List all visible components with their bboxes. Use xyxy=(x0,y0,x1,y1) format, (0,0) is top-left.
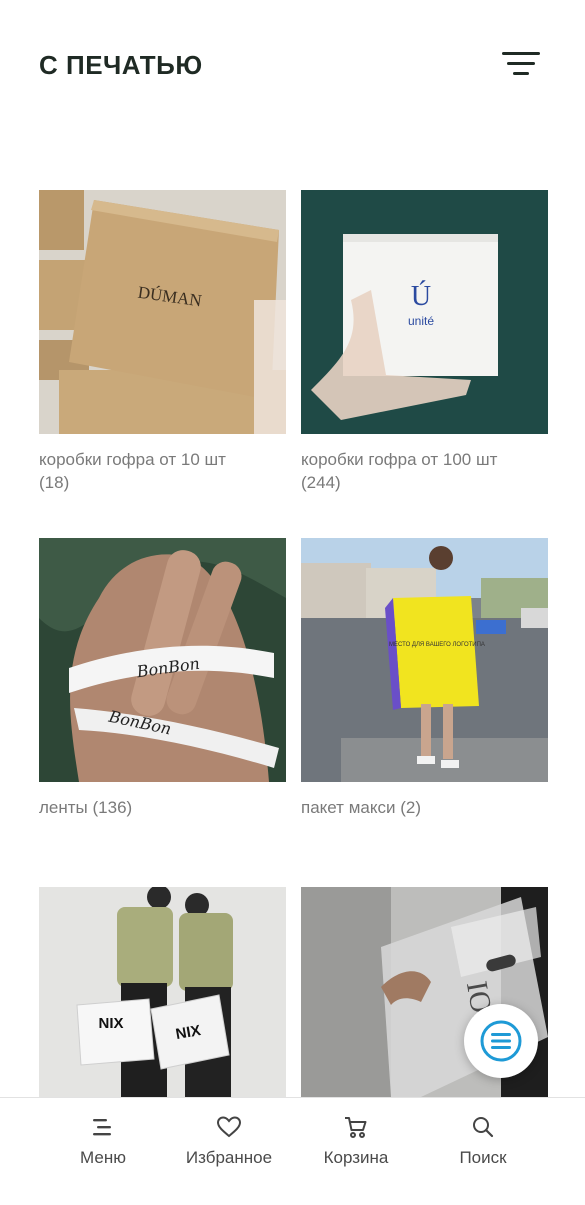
nav-search[interactable]: Поиск xyxy=(423,1112,543,1168)
svg-text:МЕСТО ДЛЯ ВАШЕГО ЛОГОТИПА: МЕСТО ДЛЯ ВАШЕГО ЛОГОТИПА xyxy=(389,642,485,648)
product-image: МЕСТО ДЛЯ ВАШЕГО ЛОГОТИПА xyxy=(301,538,548,782)
nav-label: Корзина xyxy=(323,1148,389,1167)
product-card[interactable]: NIX NIX xyxy=(39,887,286,1097)
product-count: (2) xyxy=(400,798,421,817)
product-count: (244) xyxy=(301,473,341,492)
nav-favorites[interactable]: Избранное xyxy=(169,1112,289,1168)
nav-label: Поиск xyxy=(459,1148,507,1167)
product-caption: ленты (136) xyxy=(39,796,286,819)
nav-label: Избранное xyxy=(185,1148,273,1167)
search-icon xyxy=(473,1117,494,1138)
product-card[interactable]: Ú unité коробки гофра от 100 шт (244) xyxy=(301,190,548,494)
svg-text:NIX: NIX xyxy=(98,1015,123,1032)
product-card[interactable]: МЕСТО ДЛЯ ВАШЕГО ЛОГОТИПА пакет макси (2… xyxy=(301,538,548,819)
floating-menu-button[interactable] xyxy=(464,1004,538,1078)
svg-text:unité: unité xyxy=(408,314,434,328)
product-caption: коробки гофра от 10 шт (18) xyxy=(39,448,286,494)
svg-text:Ú: Ú xyxy=(411,281,431,312)
product-count: (136) xyxy=(92,798,133,817)
cart-icon xyxy=(345,1117,367,1138)
product-name: коробки гофра от 100 шт xyxy=(301,450,498,469)
product-image: Ú unité xyxy=(301,190,548,434)
product-card[interactable]: DÚMAN коробки гофра от 10 шт (18) xyxy=(39,190,286,494)
product-image: DÚMAN xyxy=(39,190,286,434)
product-grid: DÚMAN коробки гофра от 10 шт (18) Ú unit… xyxy=(0,0,585,1100)
product-caption: пакет макси (2) xyxy=(301,796,548,819)
list-menu-icon xyxy=(480,1020,522,1062)
bottom-navigation: Меню Избранное Корзина Поиск xyxy=(0,1097,585,1205)
product-count: (18) xyxy=(39,473,70,492)
product-name: коробки гофра от 10 шт xyxy=(39,450,226,469)
nav-menu[interactable]: Меню xyxy=(43,1112,163,1168)
product-caption: коробки гофра от 100 шт (244) xyxy=(301,448,548,494)
product-image: BonBon BonBon xyxy=(39,538,286,782)
heart-icon xyxy=(216,1116,242,1138)
product-image: NIX NIX xyxy=(39,887,286,1097)
nav-cart[interactable]: Корзина xyxy=(296,1112,416,1168)
menu-icon xyxy=(93,1119,111,1136)
product-name: пакет макси xyxy=(301,798,396,817)
product-name: ленты xyxy=(39,798,88,817)
product-card[interactable]: BonBon BonBon ленты (136) xyxy=(39,538,286,819)
nav-label: Меню xyxy=(80,1148,126,1167)
